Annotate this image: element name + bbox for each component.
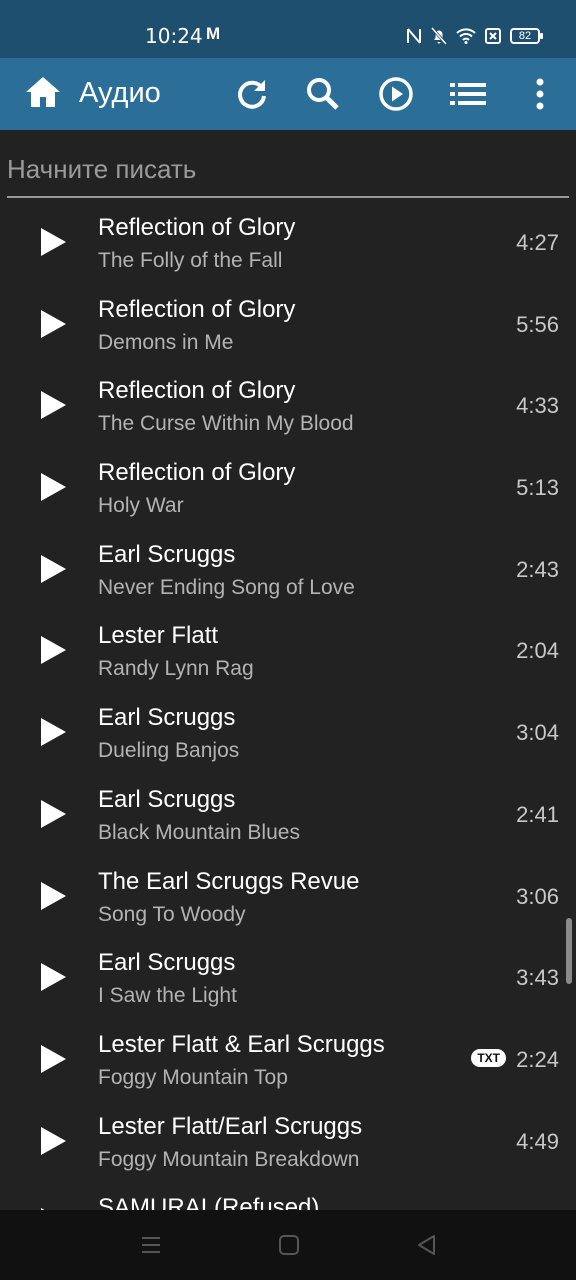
track-duration: 2:24 <box>516 1046 559 1072</box>
track-title: I Saw the Light <box>98 984 237 1008</box>
track-list[interactable]: Reflection of Glory The Folly of the Fall… <box>0 200 576 1210</box>
track-row[interactable]: Earl Scruggs I Saw the Light 3:43 <box>0 935 576 1017</box>
track-duration: 4:49 <box>516 1128 559 1154</box>
page-title: Аудио <box>79 77 161 109</box>
track-row[interactable]: SAMURAI (Refused) <box>0 1180 576 1210</box>
track-duration: 2:41 <box>516 801 559 827</box>
play-icon[interactable] <box>38 308 68 340</box>
track-row[interactable]: The Earl Scruggs Revue Song To Woody 3:06 <box>0 854 576 936</box>
track-title: Demons in Me <box>98 330 234 354</box>
track-duration: 4:33 <box>516 393 559 419</box>
track-row[interactable]: Reflection of Glory The Curse Within My B… <box>0 363 576 445</box>
play-icon[interactable] <box>38 1043 68 1075</box>
track-row[interactable]: Reflection of Glory Demons in Me 5:56 <box>0 282 576 364</box>
scrollbar[interactable] <box>566 918 572 984</box>
track-artist: Reflection of Glory <box>98 459 296 487</box>
track-row[interactable]: Earl Scruggs Never Ending Song of Love 2:4… <box>0 527 576 609</box>
app-bar: Аудио <box>0 58 576 130</box>
recents-icon[interactable] <box>140 1234 162 1256</box>
track-title: Randy Lynn Rag <box>98 657 254 681</box>
search-button[interactable] <box>304 75 342 113</box>
refresh-button[interactable] <box>233 75 271 113</box>
more-vert-icon <box>536 78 544 110</box>
play-circle-icon <box>379 77 413 111</box>
track-title: The Curse Within My Blood <box>98 412 354 436</box>
track-artist: Reflection of Glory <box>98 295 296 323</box>
play-icon[interactable] <box>38 716 68 748</box>
play-icon[interactable] <box>38 880 68 912</box>
home-nav-icon[interactable] <box>278 1234 300 1256</box>
track-title: Dueling Banjos <box>98 739 240 763</box>
status-time: 10:24 <box>145 24 203 48</box>
navigation-bar <box>0 1210 576 1280</box>
play-icon[interactable] <box>38 553 68 585</box>
home-icon <box>26 77 60 107</box>
sim-off-icon <box>485 28 501 44</box>
play-icon[interactable] <box>38 389 68 421</box>
play-icon[interactable] <box>38 226 68 258</box>
track-artist: Earl Scruggs <box>98 704 236 732</box>
refresh-icon <box>238 80 266 109</box>
track-duration: 5:13 <box>516 475 559 501</box>
wifi-icon <box>456 28 476 44</box>
track-artist: Earl Scruggs <box>98 949 236 977</box>
play-icon[interactable] <box>38 1125 68 1157</box>
track-duration: 3:43 <box>516 965 559 991</box>
lyrics-badge: TXT <box>471 1048 506 1067</box>
track-artist: Lester Flatt/Earl Scruggs <box>98 1112 363 1140</box>
track-duration: 5:56 <box>516 311 559 337</box>
track-artist: Earl Scruggs <box>98 785 236 813</box>
battery-icon: 82 <box>510 28 543 44</box>
back-icon[interactable] <box>416 1234 438 1256</box>
track-artist: Reflection of Glory <box>98 214 296 241</box>
status-icons: 82 <box>406 24 543 48</box>
track-artist: SAMURAI (Refused) <box>98 1194 320 1210</box>
track-duration: 4:27 <box>516 230 559 255</box>
overflow-menu-button[interactable] <box>521 75 559 113</box>
track-row[interactable]: Lester Flatt/Earl Scruggs Foggy Mountain … <box>0 1099 576 1181</box>
play-icon[interactable] <box>38 634 68 666</box>
track-artist: Reflection of Glory <box>98 377 296 405</box>
search-input[interactable] <box>7 146 569 192</box>
track-artist: Earl Scruggs <box>98 540 236 568</box>
play-icon[interactable] <box>38 798 68 830</box>
track-title: Never Ending Song of Love <box>98 575 355 599</box>
track-duration: 3:04 <box>516 720 559 746</box>
track-title: Foggy Mountain Breakdown <box>98 1147 360 1171</box>
track-row[interactable]: Reflection of Glory Holy War 5:13 <box>0 445 576 527</box>
track-title: Black Mountain Blues <box>98 820 300 844</box>
playlist-button[interactable] <box>449 75 487 113</box>
track-duration: 2:43 <box>516 556 559 582</box>
track-artist: The Earl Scruggs Revue <box>98 867 360 895</box>
play-all-button[interactable] <box>377 75 415 113</box>
bell-off-icon <box>431 27 447 45</box>
track-artist: Lester Flatt & Earl Scruggs <box>98 1030 385 1058</box>
track-row[interactable]: Lester Flatt & Earl Scruggs Foggy Mountai… <box>0 1017 576 1099</box>
track-title: Song To Woody <box>98 902 246 926</box>
play-icon[interactable] <box>38 961 68 993</box>
track-row[interactable]: Earl Scruggs Black Mountain Blues 2:41 <box>0 772 576 854</box>
status-bar: 10:24 M 82 <box>0 0 576 58</box>
search-field <box>7 146 569 198</box>
track-row[interactable]: Earl Scruggs Dueling Banjos 3:04 <box>0 690 576 772</box>
mail-notification-icon: M <box>206 24 221 43</box>
track-artist: Lester Flatt <box>98 622 219 650</box>
track-row[interactable]: Lester Flatt Randy Lynn Rag 2:04 <box>0 608 576 690</box>
track-title: The Folly of the Fall <box>98 249 283 272</box>
track-row[interactable]: Reflection of Glory The Folly of the Fall… <box>0 200 576 282</box>
home-button[interactable] <box>24 75 62 111</box>
nfc-icon <box>407 28 421 44</box>
track-title: Holy War <box>98 494 184 518</box>
search-icon <box>307 78 339 110</box>
track-duration: 2:04 <box>516 638 559 664</box>
track-duration: 3:06 <box>516 883 559 909</box>
list-icon <box>450 83 486 105</box>
track-title: Foggy Mountain Top <box>98 1065 288 1089</box>
play-icon[interactable] <box>38 471 68 503</box>
